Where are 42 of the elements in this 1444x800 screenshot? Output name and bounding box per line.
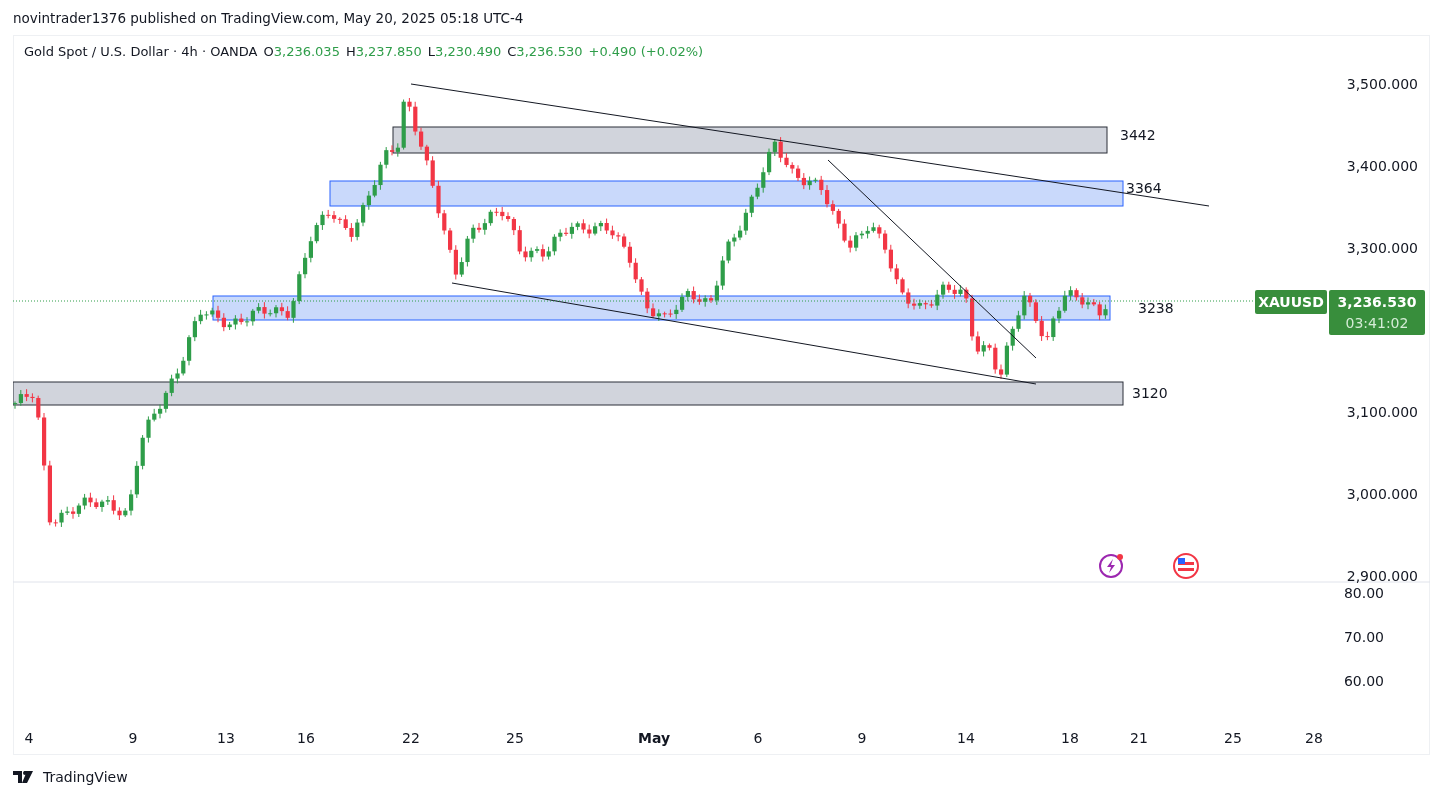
zone-label: 3120 [1132,385,1168,401]
last-price: 3,236.530 [1337,294,1417,310]
time-axis-label: 16 [297,730,315,746]
time-axis-label: 21 [1130,730,1148,746]
zone-label: 3364 [1126,180,1162,196]
time-axis-label: 9 [857,730,867,746]
ohlc-label: L [427,44,436,59]
time-axis-label: 18 [1061,730,1079,746]
time-axis-label: 28 [1305,730,1323,746]
time-axis-label: 4 [24,730,34,746]
price-axis-label: 2,900.000 [1346,568,1418,584]
symbol-tag: XAUUSD [1255,290,1327,314]
price-axis-label: 3,300.000 [1346,240,1418,256]
symbol-title: Gold Spot / U.S. Dollar · 4h · OANDA [24,44,258,59]
ohlc-value: 3,236.530 [516,44,583,59]
price-axis-label: 3,000.000 [1346,486,1418,502]
zone-label: 3238 [1138,300,1174,316]
bar-countdown: 03:41:02 [1345,315,1409,331]
time-axis-label: 25 [1224,730,1242,746]
ohlc-value: 3,230.490 [435,44,502,59]
price-axis-label: 3,500.000 [1346,76,1418,92]
indicator-axis-label: 60.00 [1343,673,1384,689]
ohlc-value: 3,237.850 [355,44,422,59]
time-axis-label: 9 [128,730,138,746]
time-axis-label: May [637,730,671,746]
time-axis-label: 25 [506,730,524,746]
indicator-axis-label: 80.00 [1343,585,1384,601]
ohlc-label: C [507,44,517,59]
price-axis-label: 3,400.000 [1346,158,1418,174]
brand-name: TradingView [43,769,128,785]
time-axis-label: 14 [957,730,975,746]
time-axis-label: 6 [753,730,763,746]
publisher-attribution: novintrader1376 published on TradingView.com, May 20, 2025 05:18 UTC-4 [12,9,525,28]
zone-label: 3442 [1120,127,1156,143]
ohlc-value: 3,236.035 [273,44,340,59]
time-axis-label: 22 [402,730,420,746]
ohlc-label: H [345,44,356,59]
indicator-axis-label: 70.00 [1343,629,1384,645]
time-axis-label: 13 [217,730,235,746]
price-change: +0.490 (+0.02%) [588,44,704,59]
price-axis-label: 3,100.000 [1346,404,1418,420]
ohlc-label: O [263,44,274,59]
